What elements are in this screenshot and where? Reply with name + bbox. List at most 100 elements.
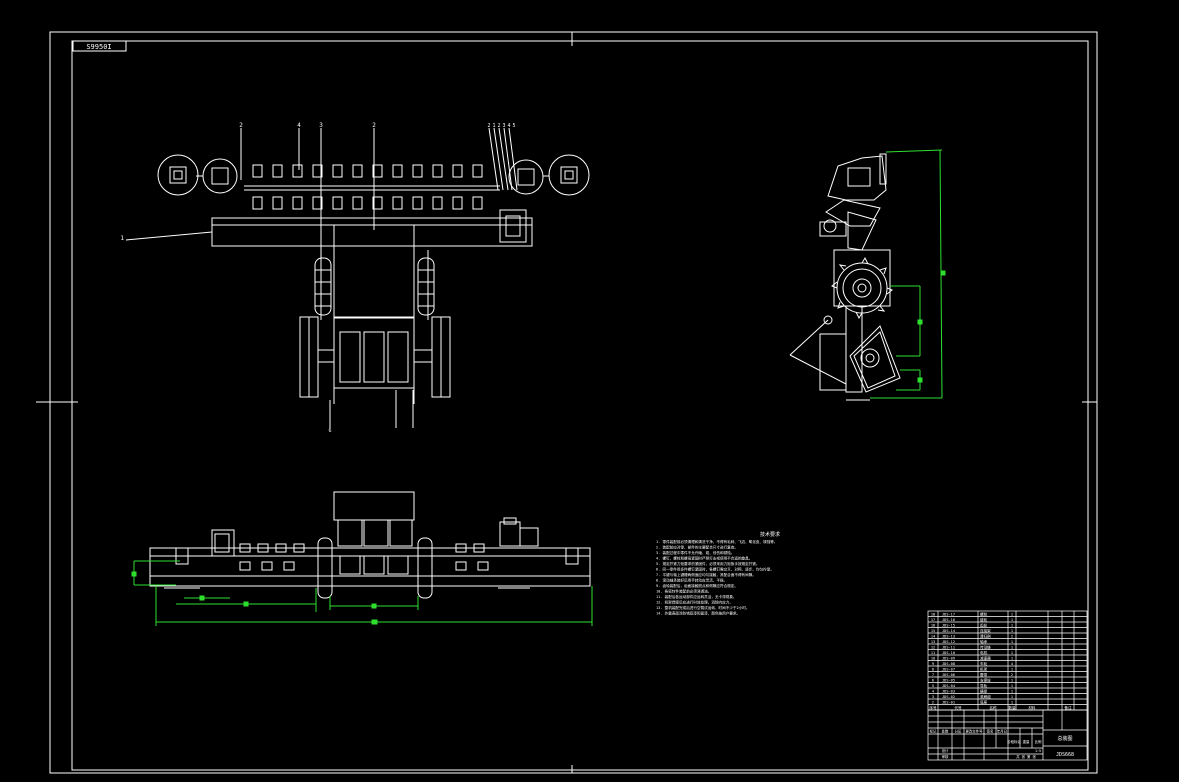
svg-text:减速器: 减速器 xyxy=(980,656,991,661)
code-tag-text: S9950I xyxy=(86,43,111,51)
svg-text:1: 1 xyxy=(1011,629,1013,633)
svg-text:清扫刷: 清扫刷 xyxy=(980,634,991,639)
svg-text:4: 4 xyxy=(1011,662,1013,666)
svg-text:JDS-10: JDS-10 xyxy=(942,651,955,655)
svg-text:11: 11 xyxy=(931,651,935,655)
svg-text:支撑轮: 支撑轮 xyxy=(980,678,991,683)
svg-text:2: 2 xyxy=(1011,635,1013,639)
svg-text:5: 5 xyxy=(932,684,934,688)
svg-text:JDS-09: JDS-09 xyxy=(942,657,955,661)
svg-text:横梁: 横梁 xyxy=(980,689,988,694)
tech-requirement-line: 7. 平键与轴上键槽两侧面应均匀接触，其配合面不得有间隙。 xyxy=(656,572,756,577)
svg-text:1: 1 xyxy=(1011,624,1013,628)
drawing-background xyxy=(0,0,1179,782)
svg-text:JDS-16: JDS-16 xyxy=(942,618,955,622)
svg-text:1: 1 xyxy=(1011,679,1013,683)
svg-text:底座: 底座 xyxy=(980,700,988,705)
svg-text:16: 16 xyxy=(931,624,935,628)
tech-requirement-line: 9. 齿轮装配后，齿面接触斑点和侧隙应符合规定。 xyxy=(656,583,738,588)
cad-drawing-canvas[interactable]: S9950I 2 4 3 2 1 2 1 2 3 4 5 6 技术要求 1. 零… xyxy=(0,0,1179,782)
svg-text:螺栓: 螺栓 xyxy=(980,612,988,617)
callout: 3 xyxy=(319,122,323,129)
svg-text:1: 1 xyxy=(1011,618,1013,622)
tech-requirement-line: 13. 整机装配完成后进行空载试运转，时间不少于2小时。 xyxy=(656,605,749,610)
svg-text:JDS-02: JDS-02 xyxy=(942,695,955,699)
svg-text:JDS-11: JDS-11 xyxy=(942,646,955,650)
svg-text:8: 8 xyxy=(932,668,934,672)
callout: 1 xyxy=(120,235,124,242)
svg-text:标记: 标记 xyxy=(930,729,937,734)
svg-text:导轨: 导轨 xyxy=(980,683,988,688)
svg-text:名称: 名称 xyxy=(989,705,997,710)
svg-text:JDS-12: JDS-12 xyxy=(942,640,955,644)
svg-text:分区: 分区 xyxy=(955,729,962,734)
svg-text:电机: 电机 xyxy=(980,650,988,655)
svg-text:履带: 履带 xyxy=(980,672,988,677)
svg-text:JDS-03: JDS-03 xyxy=(942,690,955,694)
svg-text:7: 7 xyxy=(932,673,934,677)
svg-text:2: 2 xyxy=(1011,673,1013,677)
svg-text:链轮: 链轮 xyxy=(980,617,988,622)
tech-requirements-title: 技术要求 xyxy=(760,531,780,538)
svg-text:JDS-04: JDS-04 xyxy=(942,684,955,688)
svg-text:审核: 审核 xyxy=(942,754,949,759)
callout: 5 xyxy=(512,123,515,129)
svg-text:1: 1 xyxy=(1011,613,1013,617)
svg-text:6: 6 xyxy=(932,679,934,683)
svg-text:12: 12 xyxy=(931,646,935,650)
svg-text:材料: 材料 xyxy=(1028,705,1036,710)
svg-text:1: 1 xyxy=(1011,701,1013,705)
svg-text:设计: 设计 xyxy=(942,748,949,753)
svg-text:序号: 序号 xyxy=(929,705,937,710)
svg-text:JDS-05: JDS-05 xyxy=(942,679,955,683)
callout: 3 xyxy=(502,123,505,129)
svg-text:1: 1 xyxy=(1011,640,1013,644)
callout: 2 xyxy=(239,122,243,129)
svg-text:传动链: 传动链 xyxy=(980,645,991,650)
svg-text:JDS-17: JDS-17 xyxy=(942,613,955,617)
tech-requirement-line: 2. 装配前应对零、部件的主要配合尺寸进行复查。 xyxy=(656,545,738,550)
svg-text:数量: 数量 xyxy=(1008,705,1016,710)
svg-text:1: 1 xyxy=(1011,651,1013,655)
tech-requirement-line: 11. 装配后各运动部件应运转灵活，无卡滞现象。 xyxy=(656,594,737,599)
svg-text:JDS-15: JDS-15 xyxy=(942,624,955,628)
svg-text:更改文件号: 更改文件号 xyxy=(966,729,984,734)
drawing-name: 总装图 xyxy=(1057,735,1072,742)
tech-requirement-line: 8. 滚动轴承装好后用手转动应灵活、平稳。 xyxy=(656,578,727,583)
callout: 6 xyxy=(328,428,331,434)
svg-text:15: 15 xyxy=(931,629,935,633)
tech-requirement-line: 14. 外露表面涂防锈底漆和面漆，颜色按用户要求。 xyxy=(656,611,740,616)
svg-text:JDS-14: JDS-14 xyxy=(942,629,955,633)
svg-text:阶段标记: 阶段标记 xyxy=(1007,739,1021,744)
callout: 2 xyxy=(497,123,500,129)
svg-text:1: 1 xyxy=(1011,695,1013,699)
svg-text:4: 4 xyxy=(932,690,934,694)
svg-text:代号: 代号 xyxy=(954,705,962,710)
svg-text:滚刷组: 滚刷组 xyxy=(980,694,991,699)
drawing-number: JDS668 xyxy=(1056,752,1074,758)
svg-text:比例: 比例 xyxy=(1035,739,1042,744)
svg-text:签名: 签名 xyxy=(987,729,994,734)
svg-text:18: 18 xyxy=(931,613,935,617)
tech-requirement-line: 4. 螺钉、螺栓和螺母紧固时严禁打击或使用不合适的旋具。 xyxy=(656,556,752,561)
svg-text:1:5: 1:5 xyxy=(1035,749,1041,753)
svg-text:13: 13 xyxy=(931,640,935,644)
svg-text:3: 3 xyxy=(932,695,934,699)
tech-requirement-line: 10. 各密封件装配前必须浸透油。 xyxy=(656,589,711,594)
svg-text:1: 1 xyxy=(1011,646,1013,650)
svg-text:共 张 第 张: 共 张 第 张 xyxy=(1016,754,1036,759)
svg-text:10: 10 xyxy=(931,657,935,661)
svg-text:备注: 备注 xyxy=(1064,705,1072,710)
svg-text:1: 1 xyxy=(1011,684,1013,688)
svg-text:JDS-13: JDS-13 xyxy=(942,635,955,639)
svg-text:JDS-08: JDS-08 xyxy=(942,662,955,666)
callout: 1 xyxy=(492,123,495,129)
svg-text:JDS-06: JDS-06 xyxy=(942,673,955,677)
svg-text:14: 14 xyxy=(931,635,935,639)
tech-requirement-line: 6. 同一零件用多件螺钉紧固时，各螺钉需交叉、对称、逐步、均匀拧紧。 xyxy=(656,567,774,572)
callout: 4 xyxy=(507,123,510,129)
svg-text:轴承: 轴承 xyxy=(980,639,988,644)
svg-text:齿轮: 齿轮 xyxy=(980,623,988,628)
callout: 4 xyxy=(297,122,301,129)
svg-text:JDS-01: JDS-01 xyxy=(942,701,955,705)
